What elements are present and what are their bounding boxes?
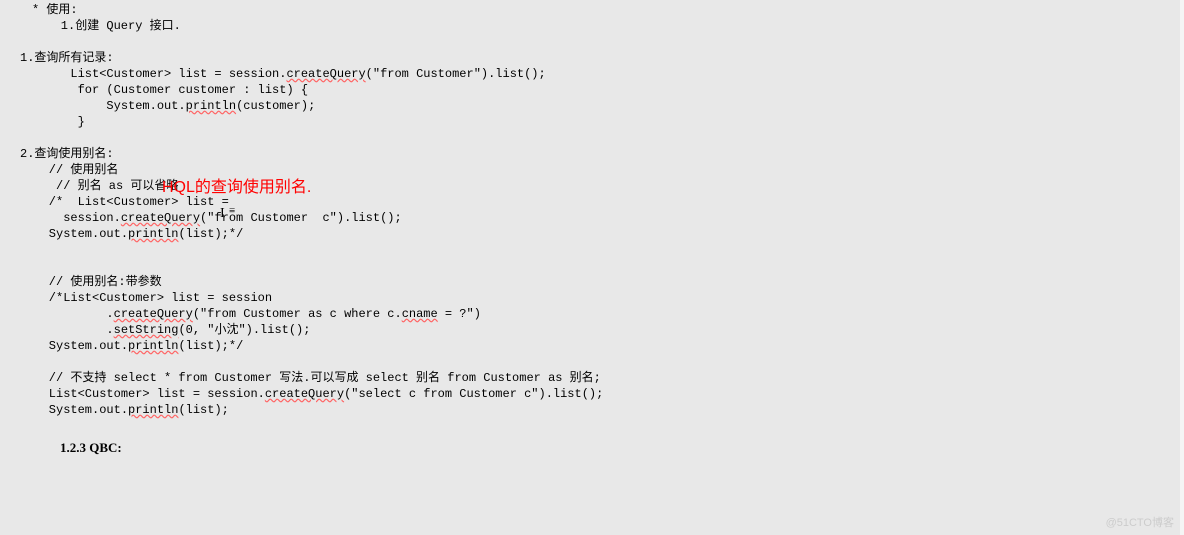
sec2-title: 2.查询使用别名: (0, 146, 1184, 162)
top-border (0, 0, 1184, 3)
b2-l3[interactable]: .createQuery("from Customer as c where c… (0, 306, 1184, 322)
section-qbc-heading: 1.2.3 QBC: (0, 440, 1184, 456)
sq-println: println (186, 99, 236, 113)
b2-l2[interactable]: /*List<Customer> list = session (0, 290, 1184, 306)
b2-l1[interactable]: // 使用别名:带参数 (0, 274, 1184, 290)
usage-sub1: 1.创建 Query 接口. (0, 18, 1184, 34)
b2-l5[interactable]: System.out.println(list);*/ (0, 338, 1184, 354)
sec1-title: 1.查询所有记录: (0, 50, 1184, 66)
red-annotation: HQL的查询使用别名. (162, 173, 311, 197)
usage-star: * 使用: (0, 2, 1184, 18)
b3-l1[interactable]: // 不支持 select * from Customer 写法.可以写成 se… (0, 370, 1184, 386)
b2-l4[interactable]: .setString(0, "小沈").list(); (0, 322, 1184, 338)
b3-l2[interactable]: List<Customer> list = session.createQuer… (0, 386, 1184, 402)
sec1-l2[interactable]: for (Customer customer : list) { (0, 82, 1184, 98)
blank3b (0, 258, 1184, 274)
blank (0, 34, 1184, 50)
editor-content: * 使用: 1.创建 Query 接口. 1.查询所有记录: List<Cust… (0, 0, 1184, 456)
text-cursor-icon: I (220, 206, 225, 222)
scrollbar-track[interactable] (1180, 0, 1184, 535)
blank3 (0, 242, 1184, 258)
sec2-l4[interactable]: session.createQuery("from Customer c").l… (0, 210, 1184, 226)
sq-createQuery: createQuery (286, 67, 365, 81)
cursor-mark-extra: ≡ (229, 205, 235, 217)
b3-l3[interactable]: System.out.println(list); (0, 402, 1184, 418)
blank4 (0, 354, 1184, 370)
sec1-l4[interactable]: } (0, 114, 1184, 130)
sec1-l1[interactable]: List<Customer> list = session.createQuer… (0, 66, 1184, 82)
blank5 (0, 418, 1184, 440)
sec1-l3[interactable]: System.out.println(customer); (0, 98, 1184, 114)
sec2-l5[interactable]: System.out.println(list);*/ (0, 226, 1184, 242)
watermark: @51CTO博客 (1106, 514, 1174, 530)
blank2 (0, 130, 1184, 146)
